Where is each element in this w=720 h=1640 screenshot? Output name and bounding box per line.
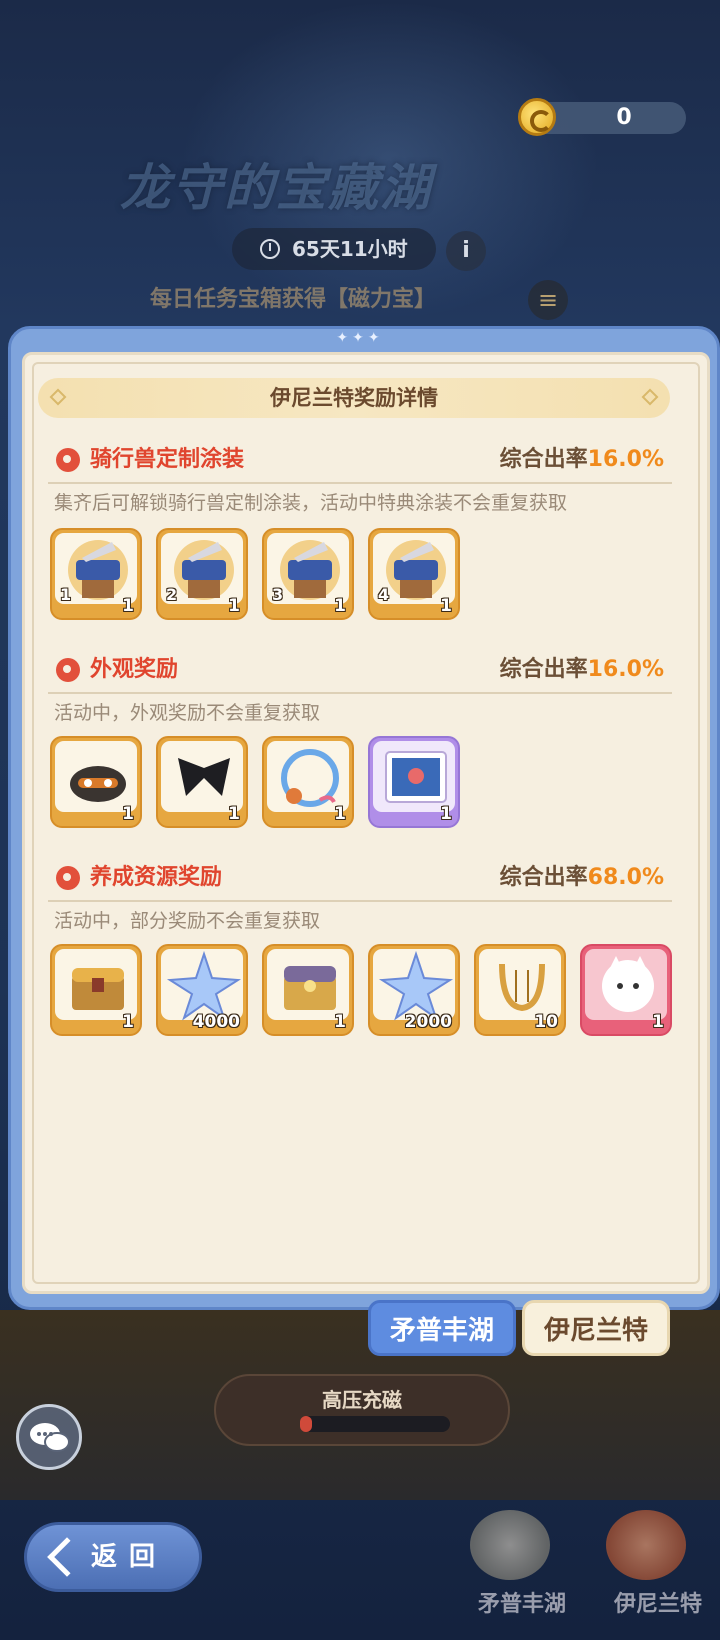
reward-item[interactable]: 1: [50, 944, 142, 1036]
reward-item-qty: 1: [228, 804, 240, 824]
reward-item-index: 1: [60, 585, 72, 604]
section-name: 骑行兽定制涂装: [90, 447, 245, 472]
section-bullet-icon: [56, 866, 80, 890]
diamond-ornament-icon: [641, 388, 659, 406]
reward-item-qty: 4000: [192, 1012, 240, 1032]
reward-item-qty: 1: [228, 596, 240, 616]
reward-item[interactable]: 10: [474, 944, 566, 1036]
charge-progress-bar: [300, 1416, 450, 1432]
panel-title: 伊尼兰特奖励详情: [270, 386, 438, 410]
section-name: 养成资源奖励: [90, 865, 223, 890]
reward-item-qty: 1: [652, 1012, 664, 1032]
reward-item-qty: 1: [122, 596, 134, 616]
bottom-nav-label[interactable]: 伊尼兰特: [614, 1586, 702, 1618]
reward-item[interactable]: 1: [50, 736, 142, 828]
back-arrow-icon: [47, 1537, 87, 1577]
list-menu-button[interactable]: [528, 280, 568, 320]
reward-item[interactable]: 4000: [156, 944, 248, 1036]
reward-item-qty: 1: [334, 804, 346, 824]
chat-bubble-icon: [30, 1423, 70, 1452]
daily-hint: 每日任务宝箱获得【磁力宝】: [150, 287, 437, 312]
section-desc: 集齐后可解锁骑行兽定制涂装，活动中特典涂装不会重复获取: [54, 492, 568, 514]
clock-icon: [260, 239, 280, 259]
reward-item-index: 3: [272, 585, 284, 604]
reward-item-index: 4: [378, 585, 390, 604]
panel-header: 伊尼兰特奖励详情: [38, 378, 670, 418]
reward-item[interactable]: 31: [262, 528, 354, 620]
rate-value: 16.0%: [587, 447, 664, 472]
rate-label: 综合出率: [499, 447, 588, 472]
section-rate: 综合出率16.0%: [500, 442, 664, 478]
reward-item-index: 2: [166, 585, 178, 604]
item-row: 1 4000 1 2000 10 1: [50, 944, 680, 1040]
charge-label: 高压充磁: [322, 1388, 402, 1412]
reward-item-qty: 1: [334, 1012, 346, 1032]
reward-item[interactable]: 2000: [368, 944, 460, 1036]
rate-label: 综合出率: [499, 657, 588, 682]
rate-value: 16.0%: [587, 657, 664, 682]
reward-item[interactable]: 1: [262, 736, 354, 828]
tab-ini-lant[interactable]: 伊尼兰特: [522, 1300, 670, 1356]
event-timer: 65天11小时: [232, 228, 436, 270]
back-button[interactable]: 返回: [24, 1522, 202, 1592]
bottom-nav-label[interactable]: 矛普丰湖: [478, 1586, 566, 1618]
reward-item[interactable]: 1: [580, 944, 672, 1036]
section-desc: 活动中，外观奖励不会重复获取: [54, 702, 321, 724]
reward-item[interactable]: 1: [368, 736, 460, 828]
section-desc: 活动中，部分奖励不会重复获取: [54, 910, 321, 932]
section-title: 养成资源奖励 综合出率68.0%: [52, 860, 672, 896]
reward-item-qty: 1: [440, 596, 452, 616]
currency-counter: 0: [518, 98, 686, 136]
rate-label: 综合出率: [499, 865, 588, 890]
item-row: 11213141: [50, 528, 680, 624]
section-divider: [48, 482, 672, 484]
info-button[interactable]: i: [446, 231, 486, 271]
section-rate: 综合出率16.0%: [500, 652, 664, 688]
rate-value: 68.0%: [587, 865, 664, 890]
reward-item[interactable]: 11: [50, 528, 142, 620]
section-title: 外观奖励 综合出率16.0%: [52, 652, 672, 688]
section-rate: 综合出率68.0%: [500, 860, 664, 896]
section-divider: [48, 900, 672, 902]
high-voltage-charge[interactable]: 高压充磁: [214, 1374, 510, 1446]
reward-item[interactable]: 1: [262, 944, 354, 1036]
section-divider: [48, 692, 672, 694]
reward-item[interactable]: 41: [368, 528, 460, 620]
section-bullet-icon: [56, 448, 80, 472]
reward-item-qty: 10: [534, 1012, 558, 1032]
chat-button[interactable]: [16, 1404, 82, 1470]
pearl-icon[interactable]: [470, 1510, 550, 1580]
back-label: 返回: [91, 1542, 168, 1572]
reward-item-qty: 2000: [404, 1012, 452, 1032]
reward-item[interactable]: 21: [156, 528, 248, 620]
section-name: 外观奖励: [90, 657, 179, 682]
charge-progress-fill: [300, 1416, 312, 1432]
diamond-ornament-icon: [49, 388, 67, 406]
reward-item[interactable]: 1: [156, 736, 248, 828]
panel-ornament-icon: ✦✦✦: [336, 330, 384, 346]
pearl-icon[interactable]: [606, 1510, 686, 1580]
coin-icon: [518, 98, 556, 136]
event-title: 龙守的宝藏湖: [120, 158, 432, 217]
reward-item-qty: 1: [334, 596, 346, 616]
reward-item-qty: 1: [122, 1012, 134, 1032]
section-title: 骑行兽定制涂装 综合出率16.0%: [52, 442, 672, 478]
section-bullet-icon: [56, 658, 80, 682]
currency-value: 0: [616, 105, 632, 130]
reward-item-qty: 1: [440, 804, 452, 824]
item-row: 1 1 1 1: [50, 736, 680, 832]
reward-item-qty: 1: [122, 804, 134, 824]
tab-mapu-lake[interactable]: 矛普丰湖: [368, 1300, 516, 1356]
timer-text: 65天11小时: [292, 237, 408, 261]
